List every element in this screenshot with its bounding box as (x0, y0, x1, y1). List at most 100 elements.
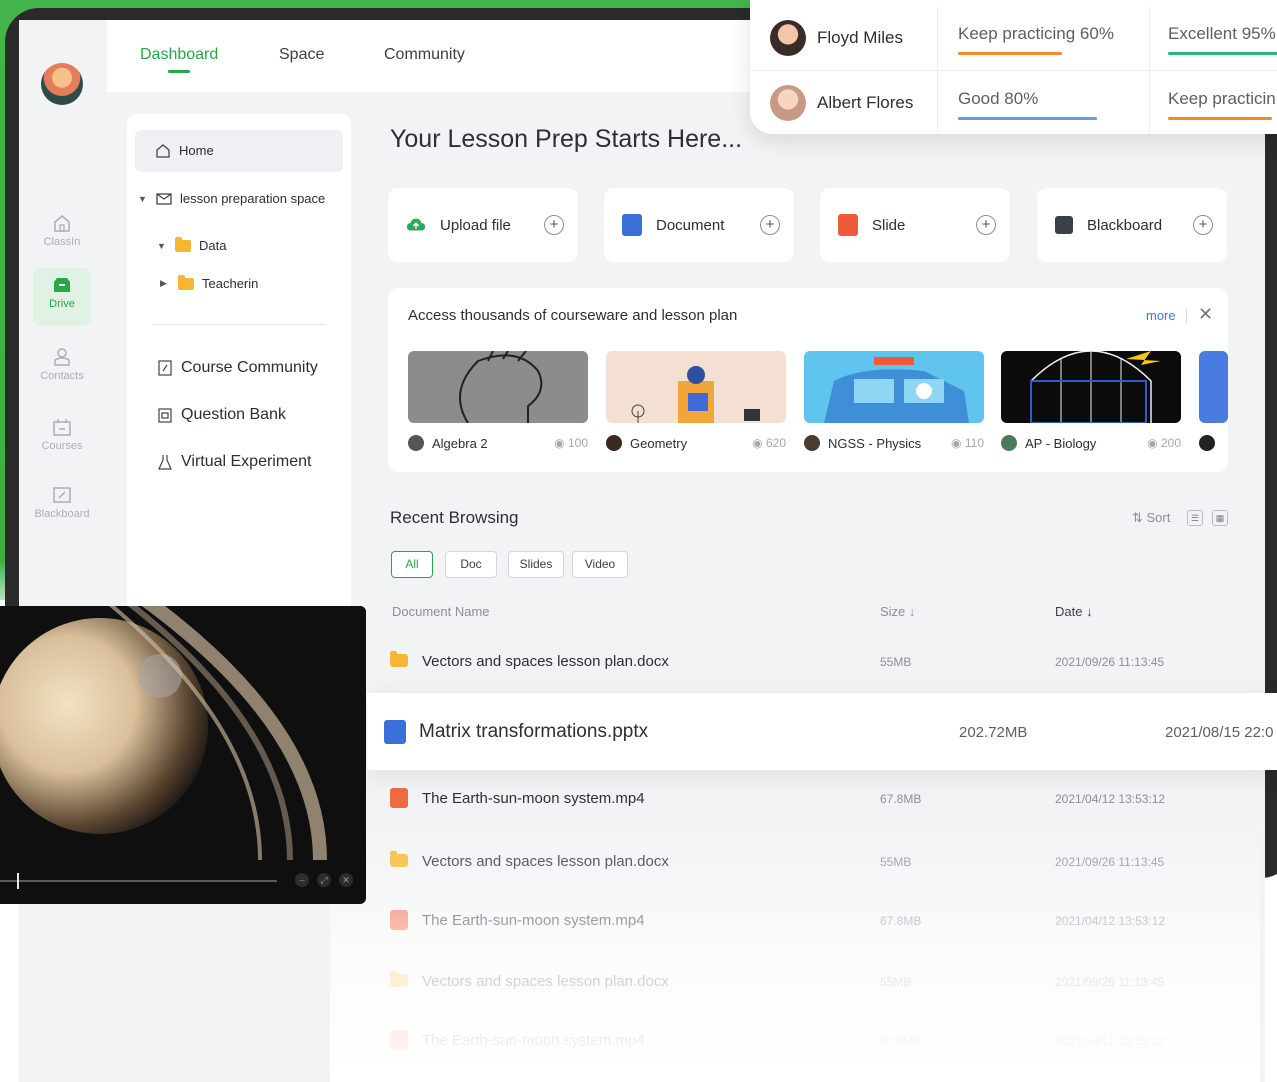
video-progress-handle[interactable] (17, 873, 19, 889)
courseware-thumbnail (1001, 351, 1181, 423)
courses-icon (53, 419, 71, 436)
plus-icon[interactable]: + (544, 215, 564, 235)
file-name: The Earth-sun-moon system.mp4 (422, 790, 645, 807)
student-name: Albert Flores (817, 93, 914, 112)
courseware-title: Access thousands of courseware and lesso… (408, 307, 738, 324)
filter-doc[interactable]: Doc (445, 551, 497, 578)
tree-item-data[interactable]: ▼ Data (157, 236, 226, 253)
rail-item-courses[interactable]: Courses (33, 410, 91, 468)
file-name: The Earth-sun-moon system.mp4 (422, 912, 645, 929)
file-size: 55MB (880, 975, 912, 989)
plus-icon[interactable]: + (976, 215, 996, 235)
courseware-name: NGSS - Physics (828, 435, 922, 451)
video-file-icon (390, 910, 408, 930)
grade-status: Keep practicin (1168, 89, 1276, 108)
tree-label-teacherin: Teacherin (202, 276, 259, 291)
author-avatar (606, 435, 622, 451)
table-row[interactable]: The Earth-sun-moon system.mp4 67.8MB 202… (390, 1030, 1240, 1060)
tree-item-space[interactable]: ▼ lesson preparation space (138, 191, 325, 206)
folder-icon (390, 971, 408, 987)
author-avatar (1001, 435, 1017, 451)
sort-button[interactable]: ⇅ Sort (1132, 510, 1170, 526)
table-row[interactable]: Vectors and spaces lesson plan.docx 55MB… (390, 851, 1240, 881)
courseware-card[interactable]: NGSS - Physics ◉ 110 (804, 351, 984, 451)
column-header-date[interactable]: Date ↓ (1055, 604, 1093, 619)
grade-status: Good 80% (958, 89, 1039, 108)
blackboard-icon (53, 487, 71, 503)
courseware-card[interactable]: Algebra 2 ◉ 100 (408, 351, 588, 451)
filter-slides[interactable]: Slides (508, 551, 564, 578)
cloud-upload-icon (406, 218, 426, 231)
tree-item-home[interactable]: Home (155, 143, 214, 158)
file-size: 55MB (880, 855, 912, 869)
plus-icon[interactable]: + (760, 215, 780, 235)
author-avatar (1199, 435, 1215, 451)
rail-label: Courses (41, 440, 83, 452)
tree-item-course-community[interactable]: Course Community (157, 359, 318, 377)
caret-right-icon[interactable]: ▶ (160, 278, 170, 289)
minimize-icon[interactable]: – (295, 873, 309, 887)
folder-icon (178, 274, 194, 290)
file-date: 2021/04/12 13:53:12 (1055, 792, 1166, 806)
courseware-views: 100 (567, 436, 588, 450)
tab-space[interactable]: Space (279, 46, 324, 64)
list-view-icon[interactable]: ☰ (1187, 510, 1203, 526)
plus-icon[interactable]: + (1193, 215, 1213, 235)
caret-down-icon[interactable]: ▼ (157, 241, 167, 251)
table-row[interactable]: Vectors and spaces lesson plan.docx 55MB… (390, 971, 1240, 1001)
video-player[interactable]: – ⤢ ✕ (0, 606, 366, 904)
document-icon (622, 214, 642, 236)
courseware-card[interactable]: Geometry ◉ 620 (606, 351, 786, 451)
student-row[interactable]: Albert Flores Good 80% Keep practicin (750, 70, 1277, 134)
tree-item-teacherin[interactable]: ▶ Teacherin (160, 274, 259, 291)
filter-all[interactable]: All (391, 551, 433, 578)
student-row[interactable]: Floyd Miles Keep practicing 60% Excellen… (750, 6, 1277, 70)
blackboard-icon (1055, 216, 1073, 234)
filter-video[interactable]: Video (572, 551, 628, 578)
courseware-views: 620 (765, 436, 786, 450)
tree-item-virtual-experiment[interactable]: Virtual Experiment (157, 453, 311, 471)
contacts-icon (54, 348, 70, 366)
tab-community[interactable]: Community (384, 46, 465, 64)
tree-label-question-bank: Question Bank (181, 406, 286, 423)
avatar[interactable] (41, 63, 83, 105)
courseware-card[interactable]: AP - Biology ◉ 200 (1001, 351, 1181, 451)
table-row[interactable]: The Earth-sun-moon system.mp4 67.8MB 202… (390, 910, 1240, 940)
table-row-selected[interactable]: Matrix transformations.pptx 202.72MB 202… (367, 693, 1277, 770)
upload-file-button[interactable]: Upload file + (388, 188, 578, 262)
student-name: Floyd Miles (817, 28, 903, 47)
tab-dashboard[interactable]: Dashboard (140, 46, 218, 64)
document-icon (384, 720, 406, 744)
courseware-card[interactable] (1199, 351, 1228, 451)
rail-item-drive[interactable]: Drive (33, 268, 91, 326)
rail-label: Blackboard (34, 508, 90, 520)
grade-progress-bar (1168, 52, 1277, 55)
grade-progress-bar (958, 117, 1097, 120)
student-grades-card: Floyd Miles Keep practicing 60% Excellen… (750, 0, 1277, 134)
slide-button[interactable]: Slide + (820, 188, 1010, 262)
rail-item-classin[interactable]: ClassIn (33, 206, 91, 264)
file-size: 67.8MB (880, 914, 922, 928)
sort-icon: ⇅ (1132, 510, 1147, 525)
blackboard-button[interactable]: Blackboard + (1037, 188, 1227, 262)
close-icon[interactable]: ✕ (339, 873, 353, 887)
column-date-label: Date (1055, 604, 1083, 619)
rail-item-contacts[interactable]: Contacts (33, 340, 91, 398)
caret-down-icon[interactable]: ▼ (138, 194, 148, 204)
tree-item-question-bank[interactable]: Question Bank (157, 406, 286, 424)
table-row[interactable]: The Earth-sun-moon system.mp4 67.8MB 202… (390, 788, 1240, 818)
column-header-size[interactable]: Size ↓ (880, 604, 915, 619)
video-file-icon (390, 1030, 408, 1050)
close-icon[interactable]: ✕ (1198, 304, 1213, 325)
rail-item-blackboard[interactable]: Blackboard (33, 478, 91, 536)
grid-view-icon[interactable]: ▦ (1212, 510, 1228, 526)
video-progress-track[interactable] (0, 880, 277, 882)
fullscreen-icon[interactable]: ⤢ (317, 873, 331, 887)
more-link[interactable]: more (1146, 308, 1176, 323)
column-header-name[interactable]: Document Name (392, 604, 490, 619)
upload-file-label: Upload file (440, 216, 511, 234)
document-button[interactable]: Document + (604, 188, 794, 262)
mail-icon (156, 192, 172, 205)
table-row[interactable]: Vectors and spaces lesson plan.docx 55MB… (390, 651, 1240, 681)
author-avatar (804, 435, 820, 451)
